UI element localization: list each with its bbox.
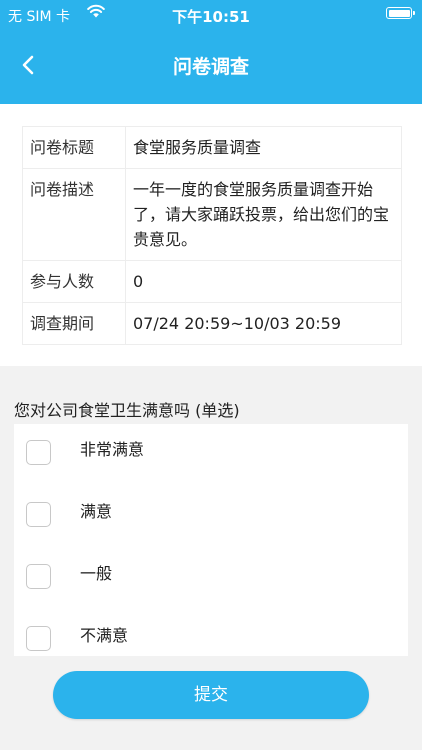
info-key: 调查期间 (22, 302, 126, 345)
status-bar: 无 SIM 卡 下午10:51 (0, 0, 422, 28)
info-key: 问卷标题 (22, 126, 126, 169)
info-key: 问卷描述 (22, 168, 126, 261)
info-value: 0 (125, 260, 402, 303)
info-value: 食堂服务质量调查 (125, 126, 402, 169)
option-label: 非常满意 (80, 440, 145, 459)
option-label: 满意 (80, 502, 113, 521)
survey-info-table: 问卷标题 食堂服务质量调查 问卷描述 一年一度的食堂服务质量调查开始了，请大家踊… (22, 126, 402, 345)
option-item[interactable]: 一般 (14, 548, 408, 598)
info-key: 参与人数 (22, 260, 126, 303)
option-checkbox[interactable] (26, 626, 51, 651)
info-row-title: 问卷标题 食堂服务质量调查 (22, 126, 402, 169)
info-value: 07/24 20:59~10/03 20:59 (125, 302, 402, 345)
option-item[interactable]: 不满意 (14, 610, 408, 660)
submit-button[interactable]: 提交 (53, 671, 369, 719)
info-value: 一年一度的食堂服务质量调查开始了，请大家踊跃投票，给出您们的宝贵意见。 (125, 168, 402, 261)
battery-icon (386, 7, 415, 19)
option-checkbox[interactable] (26, 502, 51, 527)
option-label: 不满意 (80, 626, 129, 645)
top-bar: 无 SIM 卡 下午10:51 问卷调查 (0, 0, 422, 104)
option-item[interactable]: 满意 (14, 486, 408, 536)
option-checkbox[interactable] (26, 564, 51, 589)
page-title: 问卷调查 (172, 56, 249, 78)
options-list: 非常满意 满意 一般 不满意 (14, 424, 408, 656)
survey-info-card: 问卷标题 食堂服务质量调查 问卷描述 一年一度的食堂服务质量调查开始了，请大家踊… (0, 104, 422, 366)
option-label: 一般 (80, 564, 113, 583)
question-text: 您对公司食堂卫生满意吗 (单选) (14, 401, 240, 420)
status-time: 下午10:51 (172, 8, 250, 26)
option-checkbox[interactable] (26, 440, 51, 465)
info-row-period: 调查期间 07/24 20:59~10/03 20:59 (22, 302, 402, 345)
info-row-description: 问卷描述 一年一度的食堂服务质量调查开始了，请大家踊跃投票，给出您们的宝贵意见。 (22, 168, 402, 261)
option-item[interactable]: 非常满意 (14, 424, 408, 474)
info-row-participants: 参与人数 0 (22, 260, 402, 303)
